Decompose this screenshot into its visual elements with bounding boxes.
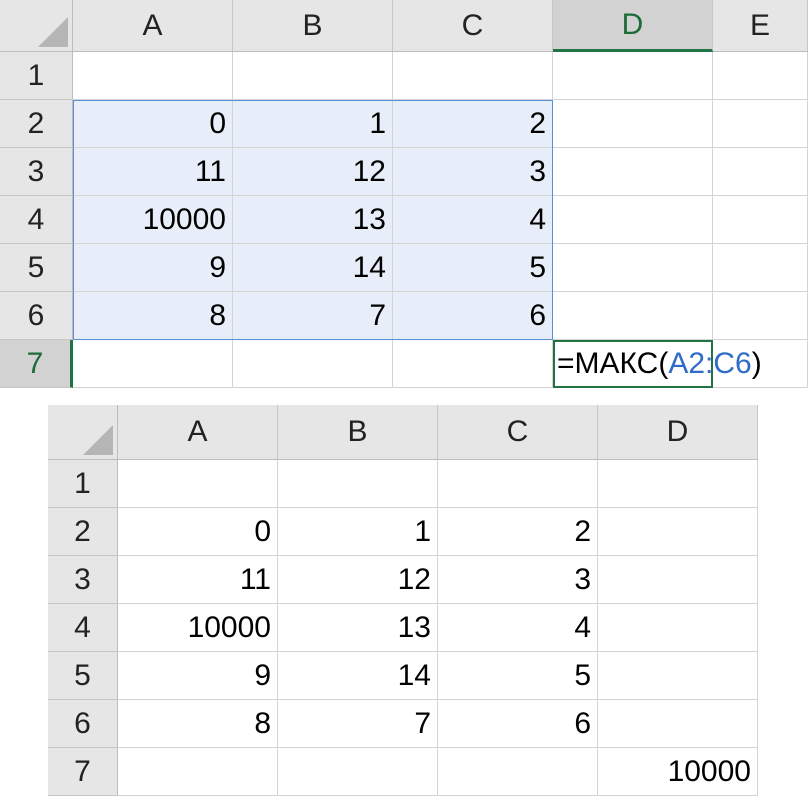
- cell-a1[interactable]: [73, 52, 233, 100]
- cell-a7[interactable]: [118, 748, 278, 796]
- cell-e5[interactable]: [713, 244, 808, 292]
- cell-b3[interactable]: 12: [233, 148, 393, 196]
- cell-b2[interactable]: 1: [233, 100, 393, 148]
- row-header-7[interactable]: 7: [0, 340, 73, 388]
- cell-a6[interactable]: 8: [73, 292, 233, 340]
- cell-c5[interactable]: 5: [393, 244, 553, 292]
- column-header-d[interactable]: D: [598, 405, 758, 460]
- select-all-triangle-icon: [83, 425, 113, 455]
- cell-a1[interactable]: [118, 460, 278, 508]
- cell-a2[interactable]: 0: [73, 100, 233, 148]
- cell-a3[interactable]: 11: [73, 148, 233, 196]
- cell-d2[interactable]: [598, 508, 758, 556]
- cell-c4[interactable]: 4: [393, 196, 553, 244]
- cell-c3[interactable]: 3: [438, 556, 598, 604]
- cell-e2[interactable]: [713, 100, 808, 148]
- column-header-b[interactable]: B: [278, 405, 438, 460]
- cell-c3[interactable]: 3: [393, 148, 553, 196]
- cell-b7[interactable]: [233, 340, 393, 388]
- cell-b6[interactable]: 7: [278, 700, 438, 748]
- row-header-6[interactable]: 6: [48, 700, 118, 748]
- cell-c2[interactable]: 2: [393, 100, 553, 148]
- cell-d5[interactable]: [553, 244, 713, 292]
- cell-d1[interactable]: [553, 52, 713, 100]
- cell-a5[interactable]: 9: [118, 652, 278, 700]
- cell-a7[interactable]: [73, 340, 233, 388]
- cell-d4[interactable]: [553, 196, 713, 244]
- select-all-corner[interactable]: [48, 405, 118, 460]
- cell-b1[interactable]: [278, 460, 438, 508]
- cell-b3[interactable]: 12: [278, 556, 438, 604]
- cell-c7[interactable]: [438, 748, 598, 796]
- row-header-5[interactable]: 5: [0, 244, 73, 292]
- cell-d7-formula-editor[interactable]: =МАКС(A2:C6): [553, 340, 762, 388]
- column-header-c[interactable]: C: [393, 0, 553, 52]
- cell-d7-result[interactable]: 10000: [598, 748, 758, 796]
- cell-c7[interactable]: [393, 340, 553, 388]
- cell-c6[interactable]: 6: [393, 292, 553, 340]
- cell-a4[interactable]: 10000: [73, 196, 233, 244]
- row-header-2[interactable]: 2: [0, 100, 73, 148]
- row-header-3[interactable]: 3: [0, 148, 73, 196]
- cell-d6[interactable]: [598, 700, 758, 748]
- cell-b5[interactable]: 14: [233, 244, 393, 292]
- row-header-1[interactable]: 1: [48, 460, 118, 508]
- column-header-a[interactable]: A: [118, 405, 278, 460]
- cell-d5[interactable]: [598, 652, 758, 700]
- row-header-6[interactable]: 6: [0, 292, 73, 340]
- row-header-1[interactable]: 1: [0, 52, 73, 100]
- cell-c1[interactable]: [438, 460, 598, 508]
- cell-d2[interactable]: [553, 100, 713, 148]
- spreadsheet-grid-editing: A B C D E 1 2 0 1 2 3 11 12 3 4 10000 13…: [0, 0, 808, 388]
- formula-prefix: =МАКС(: [557, 346, 669, 380]
- cell-b2[interactable]: 1: [278, 508, 438, 556]
- cell-c2[interactable]: 2: [438, 508, 598, 556]
- row-header-5[interactable]: 5: [48, 652, 118, 700]
- select-all-corner[interactable]: [0, 0, 73, 52]
- cell-d6[interactable]: [553, 292, 713, 340]
- cell-e4[interactable]: [713, 196, 808, 244]
- cell-a6[interactable]: 8: [118, 700, 278, 748]
- column-header-a[interactable]: A: [73, 0, 233, 52]
- row-header-4[interactable]: 4: [0, 196, 73, 244]
- cell-d4[interactable]: [598, 604, 758, 652]
- cell-b7[interactable]: [278, 748, 438, 796]
- cell-a5[interactable]: 9: [73, 244, 233, 292]
- cell-c6[interactable]: 6: [438, 700, 598, 748]
- cell-b6[interactable]: 7: [233, 292, 393, 340]
- column-header-e[interactable]: E: [713, 0, 808, 52]
- select-all-triangle-icon: [38, 17, 68, 47]
- cell-d1[interactable]: [598, 460, 758, 508]
- column-header-b[interactable]: B: [233, 0, 393, 52]
- cell-c1[interactable]: [393, 52, 553, 100]
- cell-d3[interactable]: [553, 148, 713, 196]
- column-header-d[interactable]: D: [553, 0, 713, 52]
- cell-a4[interactable]: 10000: [118, 604, 278, 652]
- column-header-c[interactable]: C: [438, 405, 598, 460]
- row-header-2[interactable]: 2: [48, 508, 118, 556]
- row-header-4[interactable]: 4: [48, 604, 118, 652]
- row-header-7[interactable]: 7: [48, 748, 118, 796]
- cell-e6[interactable]: [713, 292, 808, 340]
- cell-b1[interactable]: [233, 52, 393, 100]
- row-header-3[interactable]: 3: [48, 556, 118, 604]
- cell-c5[interactable]: 5: [438, 652, 598, 700]
- cell-b5[interactable]: 14: [278, 652, 438, 700]
- cell-b4[interactable]: 13: [233, 196, 393, 244]
- cell-e1[interactable]: [713, 52, 808, 100]
- cell-e3[interactable]: [713, 148, 808, 196]
- cell-c4[interactable]: 4: [438, 604, 598, 652]
- spreadsheet-grid-result: A B C D 1 2 0 1 2 3 11 12 3 4 10000 13 4…: [48, 405, 758, 796]
- cell-e7[interactable]: [713, 340, 808, 388]
- cell-d3[interactable]: [598, 556, 758, 604]
- cell-b4[interactable]: 13: [278, 604, 438, 652]
- cell-a3[interactable]: 11: [118, 556, 278, 604]
- cell-a2[interactable]: 0: [118, 508, 278, 556]
